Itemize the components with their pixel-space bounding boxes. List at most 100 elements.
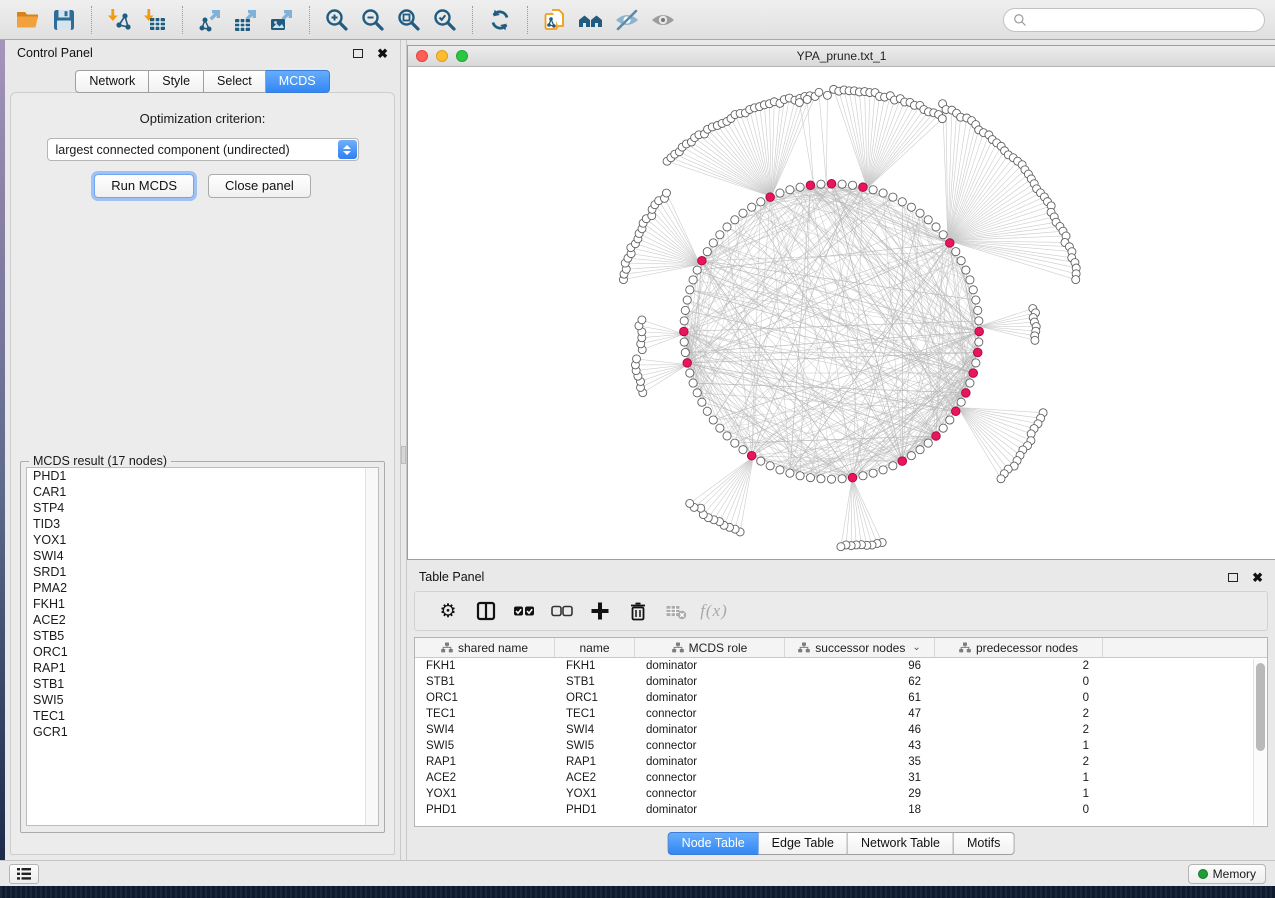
result-node-item[interactable]: SWI5 [27, 692, 378, 708]
network-window-titlebar[interactable]: YPA_prune.txt_1 [408, 46, 1275, 67]
split-view-icon[interactable] [467, 595, 505, 627]
tab-network[interactable]: Network [75, 70, 149, 93]
table-settings-gear-icon[interactable]: ⚙ [429, 595, 467, 627]
tab-mcds[interactable]: MCDS [266, 70, 330, 93]
result-node-item[interactable]: CAR1 [27, 484, 378, 500]
close-panel-icon[interactable]: ✖ [377, 47, 388, 60]
tab-select[interactable]: Select [204, 70, 266, 93]
cell-predecessor-nodes: 1 [935, 738, 1103, 754]
splitter-grip[interactable] [401, 446, 406, 464]
search-icon [1013, 13, 1027, 27]
column-header-MCDS-role[interactable]: MCDS role [635, 638, 785, 657]
table-row[interactable]: SWI4SWI4dominator462 [415, 722, 1267, 738]
first-neighbors-button[interactable] [573, 4, 609, 36]
result-node-item[interactable]: RAP1 [27, 660, 378, 676]
table-scrollbar-thumb[interactable] [1256, 663, 1265, 751]
window-zoom-icon[interactable] [456, 50, 468, 62]
export-image-button[interactable] [264, 4, 300, 36]
cell-predecessor-nodes: 2 [935, 706, 1103, 722]
cell-MCDS-role: dominator [635, 690, 785, 706]
search-box[interactable] [1003, 8, 1265, 32]
search-input[interactable] [1032, 13, 1255, 27]
table-panel: Table Panel ✖ ⚙f(x) shared namenameMCDS … [407, 565, 1275, 860]
table-row[interactable]: STB1STB1dominator620 [415, 674, 1267, 690]
hide-selected-button[interactable] [609, 4, 645, 36]
criterion-select[interactable]: largest connected component (undirected) [47, 138, 359, 161]
save-session-button[interactable] [46, 4, 82, 36]
toolbar-separator [472, 6, 473, 34]
table-row[interactable]: ORC1ORC1dominator610 [415, 690, 1267, 706]
network-graph[interactable] [408, 68, 1275, 559]
cell-shared-name: FKH1 [415, 658, 555, 674]
result-node-item[interactable]: FKH1 [27, 596, 378, 612]
close-panel-button[interactable]: Close panel [208, 174, 311, 198]
vertical-splitter[interactable] [400, 40, 407, 860]
export-table-button[interactable] [228, 4, 264, 36]
column-header-successor-nodes[interactable]: successor nodes⌄ [785, 638, 935, 657]
task-list-button[interactable] [9, 864, 39, 884]
toolbar-separator [182, 6, 183, 34]
result-node-item[interactable]: STB1 [27, 676, 378, 692]
tab-node-table[interactable]: Node Table [668, 832, 759, 855]
delete-icon[interactable] [619, 595, 657, 627]
add-icon[interactable] [581, 595, 619, 627]
result-node-item[interactable]: STB5 [27, 628, 378, 644]
import-network-button[interactable] [101, 4, 137, 36]
tab-network-table[interactable]: Network Table [848, 832, 954, 855]
cell-name: YOX1 [555, 786, 635, 802]
result-node-item[interactable]: YOX1 [27, 532, 378, 548]
cell-name: RAP1 [555, 754, 635, 770]
table-row[interactable]: ACE2ACE2connector311 [415, 770, 1267, 786]
clone-network-button[interactable] [537, 4, 573, 36]
result-node-item[interactable]: PMA2 [27, 580, 378, 596]
cell-name: ACE2 [555, 770, 635, 786]
export-network-button[interactable] [192, 4, 228, 36]
deselect-all-icon[interactable] [543, 595, 581, 627]
table-row[interactable]: PHD1PHD1dominator180 [415, 802, 1267, 818]
table-row[interactable]: SWI5SWI5connector431 [415, 738, 1267, 754]
float-table-panel-icon[interactable] [1228, 573, 1238, 582]
tab-motifs[interactable]: Motifs [954, 832, 1014, 855]
window-minimize-icon[interactable] [436, 50, 448, 62]
import-table-button[interactable] [137, 4, 173, 36]
cell-shared-name: STB1 [415, 674, 555, 690]
result-list-scrollbar[interactable] [365, 468, 378, 825]
result-node-item[interactable]: TID3 [27, 516, 378, 532]
table-row[interactable]: FKH1FKH1dominator962 [415, 658, 1267, 674]
tab-edge-table[interactable]: Edge Table [759, 832, 848, 855]
cell-MCDS-role: dominator [635, 674, 785, 690]
open-file-button[interactable] [10, 4, 46, 36]
zoom-in-button[interactable] [319, 4, 355, 36]
zoom-selected-button[interactable] [427, 4, 463, 36]
close-table-panel-icon[interactable]: ✖ [1252, 571, 1263, 584]
refresh-button[interactable] [482, 4, 518, 36]
table-row[interactable]: TEC1TEC1connector472 [415, 706, 1267, 722]
show-all-button[interactable] [645, 4, 681, 36]
select-all-icon[interactable] [505, 595, 543, 627]
float-panel-icon[interactable] [353, 49, 363, 58]
result-node-item[interactable]: ACE2 [27, 612, 378, 628]
table-row[interactable]: YOX1YOX1connector291 [415, 786, 1267, 802]
column-header-name[interactable]: name [555, 638, 635, 657]
memory-button[interactable]: Memory [1188, 864, 1266, 884]
result-node-item[interactable]: STP4 [27, 500, 378, 516]
column-header-shared-name[interactable]: shared name [415, 638, 555, 657]
result-node-item[interactable]: GCR1 [27, 724, 378, 740]
zoom-out-button[interactable] [355, 4, 391, 36]
cell-predecessor-nodes: 0 [935, 674, 1103, 690]
result-node-item[interactable]: TEC1 [27, 708, 378, 724]
result-node-item[interactable]: SWI4 [27, 548, 378, 564]
table-scrollbar[interactable] [1253, 659, 1266, 825]
table-row[interactable]: RAP1RAP1dominator352 [415, 754, 1267, 770]
mcds-result-list[interactable]: PHD1CAR1STP4TID3YOX1SWI4SRD1PMA2FKH1ACE2… [26, 467, 379, 826]
zoom-fit-button[interactable] [391, 4, 427, 36]
optimization-criterion-label: Optimization criterion: [11, 111, 394, 126]
cell-name: FKH1 [555, 658, 635, 674]
column-header-predecessor-nodes[interactable]: predecessor nodes [935, 638, 1103, 657]
result-node-item[interactable]: PHD1 [27, 468, 378, 484]
tab-style[interactable]: Style [149, 70, 204, 93]
run-mcds-button[interactable]: Run MCDS [94, 174, 194, 198]
result-node-item[interactable]: ORC1 [27, 644, 378, 660]
window-close-icon[interactable] [416, 50, 428, 62]
result-node-item[interactable]: SRD1 [27, 564, 378, 580]
